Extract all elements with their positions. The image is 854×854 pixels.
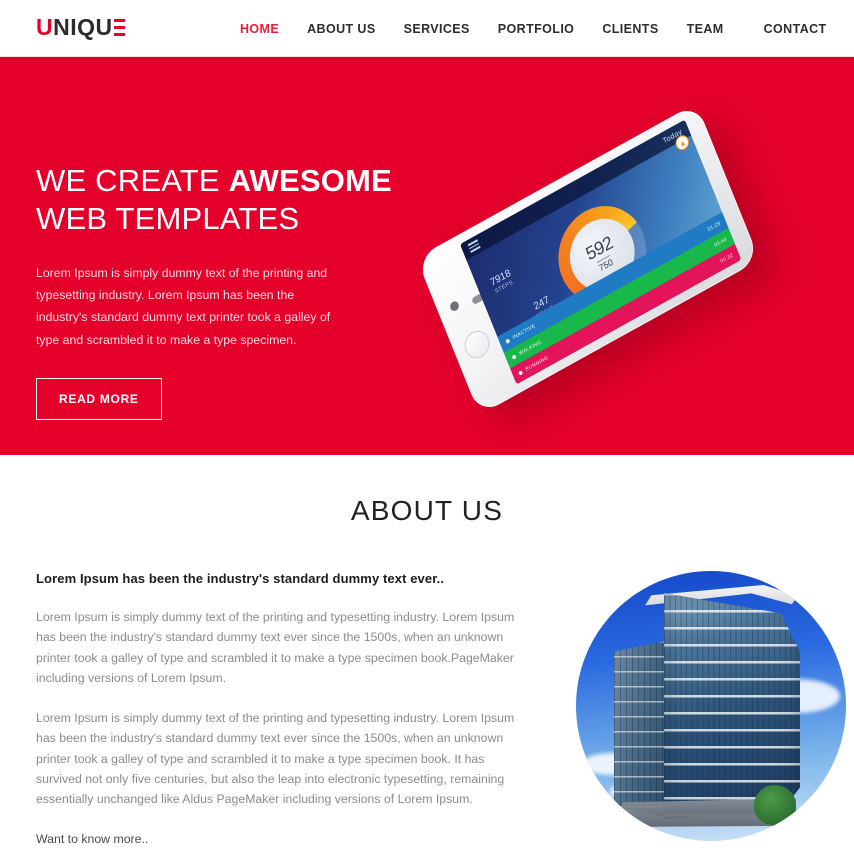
activity-bar-inactive-time: 01:29 xyxy=(706,220,722,233)
about-paragraph-1: Lorem Ipsum is simply dummy text of the … xyxy=(36,610,515,685)
logo-letter-e-icon xyxy=(114,19,126,36)
page-root: U NIQU HOME ABOUT US SERVICES PORTFOLIO C… xyxy=(0,0,854,854)
hero-title-bold: AWESOME xyxy=(228,163,392,198)
about-paragraph-2: Lorem Ipsum is simply dummy text of the … xyxy=(36,711,515,807)
main-nav: HOME ABOUT US SERVICES PORTFOLIO CLIENTS… xyxy=(240,0,827,57)
hero-section: WE CREATE AWESOME WEB TEMPLATES Lorem Ip… xyxy=(0,57,854,455)
office-building-graphic xyxy=(614,579,800,827)
nav-item-portfolio[interactable]: PORTFOLIO xyxy=(498,16,575,42)
nav-item-team[interactable]: TEAM xyxy=(687,16,724,42)
activity-bar-running-label: RUNNING xyxy=(524,354,550,373)
hero-title-light: WE CREATE xyxy=(36,163,229,198)
activity-bar-walking-time: 03:44 xyxy=(713,236,728,249)
bar-dot-icon xyxy=(505,337,511,344)
about-heading: ABOUT US xyxy=(350,495,504,526)
hero-title-line2: WEB TEMPLATES xyxy=(36,200,300,236)
read-more-button[interactable]: READ MORE xyxy=(36,378,162,421)
about-want-to-know-more: Want to know more.. xyxy=(36,831,149,846)
nav-item-about-us[interactable]: ABOUT US xyxy=(307,16,375,42)
about-body: Lorem Ipsum has been the industry's stan… xyxy=(0,571,854,854)
phone-home-button xyxy=(460,326,494,363)
about-subtitle: Lorem Ipsum has been the industry's stan… xyxy=(36,571,445,586)
logo-letters-niqu: NIQU xyxy=(53,14,113,40)
nav-item-contact[interactable]: CONTACT xyxy=(764,16,827,42)
bar-dot-icon xyxy=(511,353,517,360)
stat-steps: 7918 STEPS xyxy=(489,268,515,295)
phone-screen: Today 592 750 ▲ 7918 STEPS 247 INACTIVE … xyxy=(459,119,742,385)
tree-icon xyxy=(754,785,796,825)
phone-device: Today 592 750 ▲ 7918 STEPS 247 INACTIVE … xyxy=(416,102,760,416)
bar-dot-icon xyxy=(517,369,523,376)
building-facade-left xyxy=(614,641,666,817)
hero-phone-mockup: Today 592 750 ▲ 7918 STEPS 247 INACTIVE … xyxy=(398,102,778,430)
hamburger-menu-icon[interactable] xyxy=(467,239,481,253)
about-text-column: Lorem Ipsum has been the industry's stan… xyxy=(36,571,516,854)
nav-item-home[interactable]: HOME xyxy=(240,16,279,42)
hero-paragraph: Lorem Ipsum is simply dummy text of the … xyxy=(36,265,331,347)
about-section: ABOUT US Lorem Ipsum has been the indust… xyxy=(0,455,854,854)
hero-title: WE CREATE AWESOME WEB TEMPLATES xyxy=(36,162,392,238)
activity-bar-running-time: 00:32 xyxy=(719,251,735,265)
logo-letter-u: U xyxy=(36,14,54,40)
site-header: U NIQU HOME ABOUT US SERVICES PORTFOLIO C… xyxy=(0,0,854,57)
nav-item-services[interactable]: SERVICES xyxy=(404,16,470,42)
hero-copy: WE CREATE AWESOME WEB TEMPLATES Lorem Ip… xyxy=(36,162,392,421)
site-logo[interactable]: U NIQU xyxy=(36,14,126,40)
nav-item-clients[interactable]: CLIENTS xyxy=(602,16,658,42)
phone-headphone-jack-icon xyxy=(448,299,461,313)
about-building-photo xyxy=(576,571,846,841)
